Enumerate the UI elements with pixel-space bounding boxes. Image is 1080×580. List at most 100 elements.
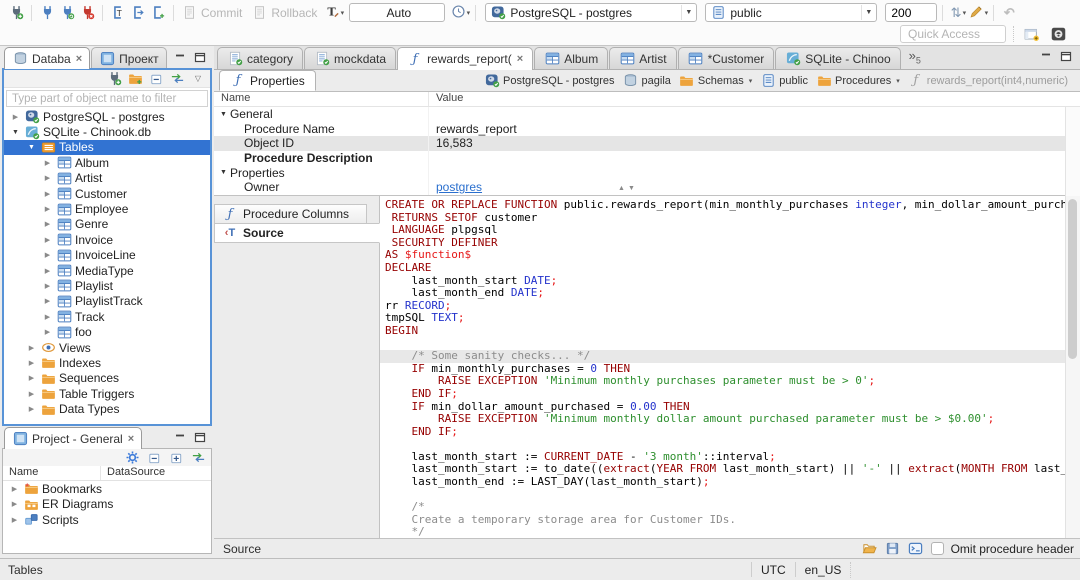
project-item-bookmarks[interactable]: ▶ Bookmarks: [3, 481, 211, 497]
property-row-owner[interactable]: Owner postgres: [214, 179, 1080, 195]
tree-item-genre[interactable]: ▶ Genre: [4, 217, 210, 232]
chevron-down-icon[interactable]: ▾: [749, 77, 753, 85]
breadcrumb-item-schemas[interactable]: Schemas ▾: [675, 73, 756, 88]
minimize-icon[interactable]: [1038, 49, 1054, 64]
expand-arrow-icon[interactable]: ▶: [9, 516, 20, 524]
maximize-icon[interactable]: [192, 430, 208, 445]
collapse-arrow-icon[interactable]: ▼: [220, 169, 227, 176]
tree-item-postgresql-postgres[interactable]: ▶ PostgreSQL - postgres: [4, 109, 210, 124]
combo-arrow-icon[interactable]: ▼: [681, 5, 695, 20]
load-from-file-icon[interactable]: [862, 541, 878, 556]
expand-all-icon[interactable]: [168, 450, 184, 465]
editor-tab-category[interactable]: category: [217, 47, 304, 69]
open-sql-console-icon[interactable]: [908, 541, 924, 556]
property-row-procedure-name[interactable]: Procedure Name rewards_report: [214, 121, 1080, 137]
tab-source-bottom[interactable]: Source: [214, 542, 261, 556]
new-folder-icon[interactable]: [127, 71, 143, 86]
editor-tab-artist[interactable]: Artist: [609, 47, 677, 69]
code-scrollbar[interactable]: [1065, 196, 1080, 538]
tree-item-artist[interactable]: ▶ Artist: [4, 171, 210, 186]
tree-item-foo[interactable]: ▶ foo: [4, 324, 210, 339]
collapse-arrow-icon[interactable]: ▼: [220, 111, 227, 118]
expand-arrow-icon[interactable]: ▶: [42, 159, 53, 167]
column-datasource[interactable]: DataSource: [101, 466, 211, 480]
property-row-properties[interactable]: ▼ Properties: [214, 165, 1080, 180]
collapse-all-icon[interactable]: [148, 71, 164, 86]
collapse-arrow-icon[interactable]: ▼: [10, 129, 21, 136]
new-connection-icon[interactable]: [106, 71, 122, 86]
open-perspective-icon[interactable]: [1021, 24, 1041, 44]
tree-item-employee[interactable]: ▶ Employee: [4, 201, 210, 216]
collapse-arrow-icon[interactable]: ▼: [26, 144, 37, 151]
breadcrumb-item-postgresql-postgres[interactable]: PostgreSQL - postgres: [480, 73, 618, 88]
tree-item-views[interactable]: ▶ Views: [4, 340, 210, 355]
dbeaver-perspective-icon[interactable]: [1048, 24, 1068, 44]
reconnect-icon[interactable]: [57, 3, 77, 23]
tree-item-playlisttrack[interactable]: ▶ PlaylistTrack: [4, 294, 210, 309]
expand-arrow-icon[interactable]: ▶: [9, 500, 20, 508]
side-tab-procedure-columns[interactable]: ƒ Procedure Columns: [214, 204, 367, 224]
connection-combo[interactable]: PostgreSQL - postgres ▼: [485, 3, 698, 22]
tree-item-sqlite-chinook-db[interactable]: ▼ SQLite - Chinook.db: [4, 124, 210, 139]
locale-indicator[interactable]: en_US: [805, 563, 842, 577]
object-filter-input[interactable]: [6, 90, 208, 107]
transaction-log-icon[interactable]: ▾: [450, 3, 470, 23]
maximize-icon[interactable]: [1058, 49, 1074, 64]
property-row-object-id[interactable]: Object ID 16,583: [214, 136, 1080, 151]
disconnect-icon[interactable]: [77, 3, 97, 23]
tree-item-invoice[interactable]: ▶ Invoice: [4, 232, 210, 247]
column-value[interactable]: Value: [429, 92, 1080, 106]
timezone-indicator[interactable]: UTC: [761, 563, 786, 577]
chevron-down-icon[interactable]: ▾: [896, 77, 900, 85]
combo-arrow-icon[interactable]: ▼: [861, 5, 875, 20]
expand-arrow-icon[interactable]: ▶: [26, 405, 37, 413]
settings-gear-icon[interactable]: [124, 450, 140, 465]
tree-item-indexes[interactable]: ▶ Indexes: [4, 355, 210, 370]
tree-item-data-types[interactable]: ▶ Data Types: [4, 401, 210, 416]
sash-handle[interactable]: ▲ ▼: [618, 185, 635, 192]
column-name[interactable]: Name: [214, 92, 429, 106]
editor-tab-sqlite-chinoo[interactable]: SQLite - Chinoo: [775, 47, 901, 69]
project-item-er-diagrams[interactable]: ▶ ER Diagrams: [3, 497, 211, 513]
breadcrumb-item-rewards-report-int4-numeric[interactable]: ƒ rewards_report(int4,numeric): [904, 73, 1072, 88]
tree-item-playlist[interactable]: ▶ Playlist: [4, 278, 210, 293]
expand-arrow-icon[interactable]: ▶: [42, 251, 53, 259]
refresh-icon[interactable]: ⇅ ▾: [948, 3, 968, 23]
expand-arrow-icon[interactable]: ▶: [42, 190, 53, 198]
minimize-icon[interactable]: [172, 50, 188, 65]
tree-item-track[interactable]: ▶ Track: [4, 309, 210, 324]
close-icon[interactable]: ×: [76, 53, 82, 65]
save-to-file-icon[interactable]: [885, 541, 901, 556]
rollback-icon[interactable]: [249, 3, 269, 23]
tree-item-customer[interactable]: ▶ Customer: [4, 186, 210, 201]
project-item-scripts[interactable]: ▶ Scripts: [3, 512, 211, 528]
auto-commit-combo[interactable]: Auto: [349, 3, 446, 22]
minimize-icon[interactable]: [172, 430, 188, 445]
source-code-editor[interactable]: CREATE OR REPLACE FUNCTION public.reward…: [380, 196, 1080, 538]
tree-item-album[interactable]: ▶ Album: [4, 155, 210, 170]
tab-properties[interactable]: ƒ Properties: [219, 70, 316, 91]
new-sql-editor-icon[interactable]: [148, 3, 168, 23]
link-with-editor-icon[interactable]: [169, 71, 185, 86]
sql-editor-icon[interactable]: T: [108, 3, 128, 23]
transaction-mode-icon[interactable]: T ▾: [324, 3, 344, 23]
owner-link[interactable]: postgres: [436, 180, 482, 194]
breadcrumb-item-public[interactable]: public: [756, 73, 812, 88]
expand-arrow-icon[interactable]: ▶: [9, 485, 20, 493]
commit-button[interactable]: Commit: [201, 6, 242, 20]
properties-scrollbar[interactable]: [1065, 107, 1080, 196]
expand-arrow-icon[interactable]: ▶: [26, 359, 37, 367]
side-tab-source[interactable]: ‹T Source: [214, 223, 380, 243]
breadcrumb-item-pagila[interactable]: pagila: [619, 73, 675, 88]
tab-project-general[interactable]: Project - General ×: [4, 427, 143, 449]
property-row-procedure-description[interactable]: Procedure Description: [214, 150, 1080, 166]
expand-arrow-icon[interactable]: ▶: [42, 236, 53, 244]
expand-arrow-icon[interactable]: ▶: [42, 174, 53, 182]
commit-icon[interactable]: [179, 3, 199, 23]
tree-item-tables[interactable]: ▼ Tables: [4, 139, 210, 156]
expand-arrow-icon[interactable]: ▶: [42, 267, 53, 275]
rollback-button[interactable]: Rollback: [271, 6, 317, 20]
scrollbar-thumb[interactable]: [1068, 199, 1077, 359]
editor-tab-mockdata[interactable]: mockdata: [304, 47, 397, 69]
tree-item-mediatype[interactable]: ▶ MediaType: [4, 263, 210, 278]
